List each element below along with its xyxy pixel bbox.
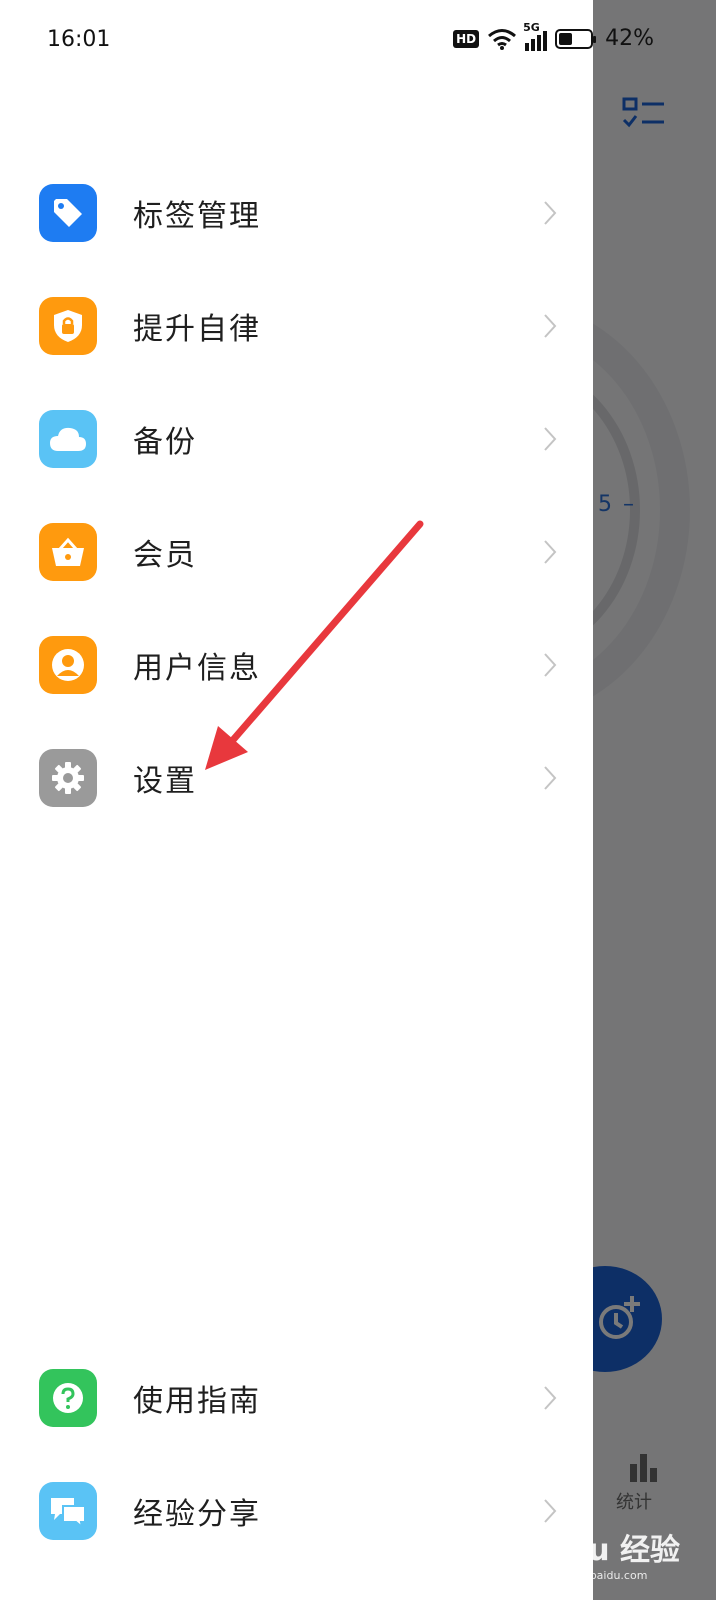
- user-circle-icon: [39, 636, 97, 694]
- menu-item-user-guide[interactable]: 使用指南: [0, 1353, 593, 1443]
- network-type-label: 5G: [523, 20, 540, 34]
- cloud-icon: [39, 410, 97, 468]
- menu-item-backup[interactable]: 备份: [0, 394, 593, 484]
- menu-item-label: 用户信息: [133, 651, 261, 686]
- status-icons: HD 5G 42%: [453, 21, 654, 51]
- hd-badge: HD: [453, 29, 480, 48]
- battery-icon: [555, 28, 597, 49]
- chat-bubbles-icon: [39, 1482, 97, 1540]
- question-icon: [39, 1369, 97, 1427]
- menu-item-experience-share[interactable]: 经验分享: [0, 1466, 593, 1556]
- menu-item-label: 标签管理: [133, 199, 261, 234]
- battery-fill: [559, 32, 573, 45]
- chevron-right-icon: [544, 540, 557, 564]
- menu-item-label: 备份: [133, 425, 197, 460]
- menu-item-label: 会员: [133, 538, 197, 573]
- navigation-drawer: 标签管理 提升自律 备份 会员 用户信息 设置 使用指南 经验分享: [0, 0, 593, 1600]
- chevron-right-icon: [544, 201, 557, 225]
- menu-item-label: 设置: [133, 764, 197, 799]
- basket-icon: [39, 523, 97, 581]
- chevron-right-icon: [544, 1499, 557, 1523]
- status-bar: 16:01 HD 5G 42%: [0, 0, 716, 80]
- menu-item-label: 提升自律: [133, 312, 261, 347]
- watermark-logo: Baidu 经验 jingyan.baidu.com: [513, 1525, 680, 1582]
- chevron-right-icon: [544, 653, 557, 677]
- gear-icon: [39, 749, 97, 807]
- signal-icon: 5G: [523, 21, 548, 51]
- tag-icon: [39, 184, 97, 242]
- status-time: 16:01: [47, 27, 111, 52]
- menu-item-user-info[interactable]: 用户信息: [0, 620, 593, 710]
- chevron-right-icon: [544, 766, 557, 790]
- chevron-right-icon: [544, 427, 557, 451]
- menu-item-settings[interactable]: 设置: [0, 733, 593, 823]
- battery-percent: 42%: [605, 26, 654, 51]
- chevron-right-icon: [544, 314, 557, 338]
- menu-item-label: 经验分享: [133, 1497, 261, 1532]
- menu-item-membership[interactable]: 会员: [0, 507, 593, 597]
- shield-lock-icon: [39, 297, 97, 355]
- wifi-icon: [488, 28, 517, 50]
- chevron-right-icon: [544, 1386, 557, 1410]
- menu-item-tag-management[interactable]: 标签管理: [0, 168, 593, 258]
- watermark-sub: jingyan.baidu.com: [545, 1569, 648, 1582]
- menu-item-label: 使用指南: [133, 1384, 261, 1419]
- menu-item-self-discipline[interactable]: 提升自律: [0, 281, 593, 371]
- watermark-text: Baidu 经验: [513, 1533, 680, 1568]
